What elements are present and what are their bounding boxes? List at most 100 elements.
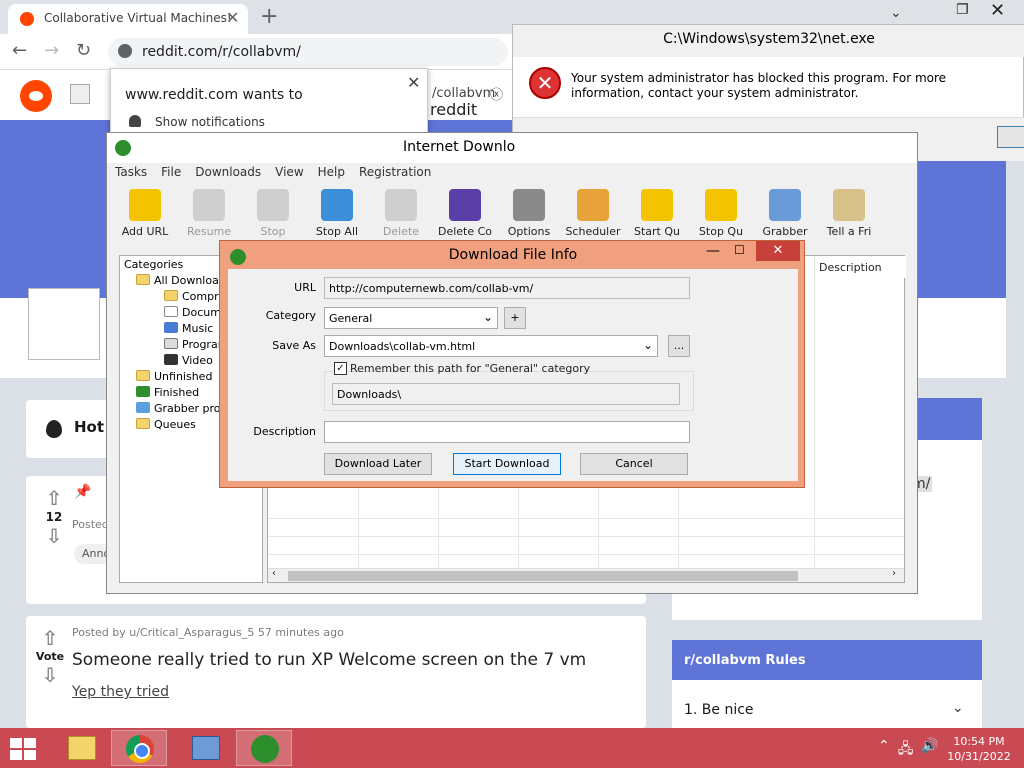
toolbar-button-stop-all[interactable]: Stop All [305,187,369,247]
address-bar[interactable]: reddit.com/r/collabvm/ [108,38,508,66]
toolbar-button-delete[interactable]: Delete [369,187,433,247]
post-title[interactable]: Someone really tried to run XP Welcome s… [72,650,586,670]
remember-path-label: Remember this path for "General" categor… [350,362,591,375]
resume-icon [193,189,225,221]
tab-close-icon[interactable]: ✕ [226,8,239,27]
taskbar-explorer[interactable] [54,730,110,766]
toolbar-button-options[interactable]: Options [497,187,561,247]
tree-item-music[interactable]: Music [164,322,213,335]
taskbar-remote-desktop[interactable] [178,730,234,766]
rule-item[interactable]: 1. Be nice [684,702,754,718]
folder-icon [136,274,150,285]
chevron-up-icon[interactable]: ⌃ [878,738,890,762]
maximize-icon[interactable]: ☐ [734,243,745,257]
document-icon [164,306,178,317]
post-score: 12 [45,510,63,524]
description-field[interactable] [324,421,690,443]
upvote-icon[interactable]: ⇧ [34,486,74,510]
tree-item-all[interactable]: All Downloa [136,274,219,287]
browse-button[interactable]: ... [668,335,690,357]
toolbar-label: Grabber [762,225,808,238]
idm-icon [251,735,279,763]
toolbar-button-tell-friend[interactable]: Tell a Fri [817,187,881,247]
toolbar-button-stop[interactable]: Stop [241,187,305,247]
chevron-down-icon[interactable]: ⌄ [952,700,964,716]
back-arrow-icon[interactable]: ← [12,40,27,61]
scroll-left-icon[interactable]: ‹ [272,568,276,579]
post-link[interactable]: Yep they tried [72,684,169,700]
clock[interactable]: 10:54 PM 10/31/2022 [944,734,1014,764]
error-message: Your system administrator has blocked th… [571,71,947,100]
scrollbar-thumb[interactable] [288,571,798,581]
reddit-logo-icon[interactable] [20,80,52,112]
toolbar-button-resume[interactable]: Resume [177,187,241,247]
post-card[interactable]: ⇧ Vote ⇩ Posted by u/Critical_Asparagus_… [26,616,646,728]
upvote-icon[interactable]: ⇧ [30,626,70,650]
toolbar-button-stop-queue[interactable]: Stop Qu [689,187,753,247]
minimize-icon[interactable]: — [706,243,720,259]
file-explorer-icon [68,736,96,760]
ok-button[interactable] [997,126,1024,148]
toolbar-button-delete-completed[interactable]: Delete Co [433,187,497,247]
menu-registration[interactable]: Registration [359,165,431,183]
menu-view[interactable]: View [275,165,303,183]
archive-icon [164,290,178,301]
background-tab-text: /collabvm [432,86,496,101]
close-icon[interactable]: ✕ [407,73,420,92]
speaker-icon[interactable]: 🔊 [921,738,938,762]
tab-search-chevron-icon[interactable]: ⌄ [890,5,902,21]
downvote-icon[interactable]: ⇩ [30,663,70,687]
toolbar-label: Delete Co [437,225,493,238]
grabber-icon [769,189,801,221]
column-header-description[interactable]: Description [814,256,906,278]
menu-tasks[interactable]: Tasks [115,165,147,183]
remember-path-checkbox[interactable]: ✓ [334,362,347,375]
lock-icon[interactable] [118,44,132,58]
add-category-button[interactable]: + [504,307,526,329]
category-select[interactable]: General ⌄ [324,307,498,329]
toolbar-button-add-url[interactable]: Add URL [113,187,177,247]
start-download-button[interactable]: Start Download [453,453,561,475]
taskbar-idm[interactable] [236,730,292,766]
tree-item-grabber[interactable]: Grabber pro [136,402,221,415]
tree-item-unfinished[interactable]: Unfinished [136,370,212,383]
restore-window-icon[interactable]: ❐ [956,2,969,18]
menu-file[interactable]: File [161,165,181,183]
browser-tab[interactable]: Collaborative Virtual Machines! ✕ [8,4,248,34]
forward-arrow-icon[interactable]: → [44,40,59,61]
scroll-right-icon[interactable]: › [892,568,896,579]
tree-item-label: Finished [154,386,200,399]
horizontal-scrollbar[interactable]: ‹ › [268,568,904,582]
cancel-button[interactable]: Cancel [580,453,688,475]
download-file-info-dialog: Download File Info — ☐ ✕ URL http://comp… [219,240,805,488]
download-later-button[interactable]: Download Later [324,453,432,475]
windows-start-icon[interactable] [10,738,36,760]
reload-icon[interactable]: ↻ [76,40,91,61]
downvote-icon[interactable]: ⇩ [34,524,74,548]
save-as-field[interactable]: Downloads\collab-vm.html ⌄ [324,335,658,357]
background-close-icon[interactable]: ⓧ [490,84,503,103]
idm-toolbar: Add URL Resume Stop Stop All Delete Delete Co… [113,187,913,247]
toolbar-label: Tell a Fri [826,225,872,238]
tree-item-video[interactable]: Video [164,354,213,367]
music-icon [164,322,178,333]
toolbar-button-grabber[interactable]: Grabber [753,187,817,247]
new-tab-icon[interactable]: + [260,4,278,29]
dialog-body: URL http://computernewb.com/collab-vm/ C… [228,269,798,481]
post-vote-label: Vote [35,650,65,663]
close-window-icon[interactable]: ✕ [990,0,1005,21]
close-icon[interactable]: ✕ [756,241,800,261]
tree-item-compressed[interactable]: Compre [164,290,225,303]
taskbar-chrome[interactable] [111,730,167,766]
tree-item-queues[interactable]: Queues [136,418,196,431]
tree-item-label: Video [182,354,213,367]
network-icon[interactable]: 🖧 [898,738,914,762]
flame-icon [46,420,62,438]
tree-item-finished[interactable]: Finished [136,386,199,399]
toolbar-button-scheduler[interactable]: Scheduler [561,187,625,247]
sort-hot-button[interactable]: Hot [74,418,104,436]
url-field[interactable]: http://computernewb.com/collab-vm/ [324,277,690,299]
menu-downloads[interactable]: Downloads [195,165,261,183]
toolbar-button-start-queue[interactable]: Start Qu [625,187,689,247]
menu-help[interactable]: Help [318,165,345,183]
